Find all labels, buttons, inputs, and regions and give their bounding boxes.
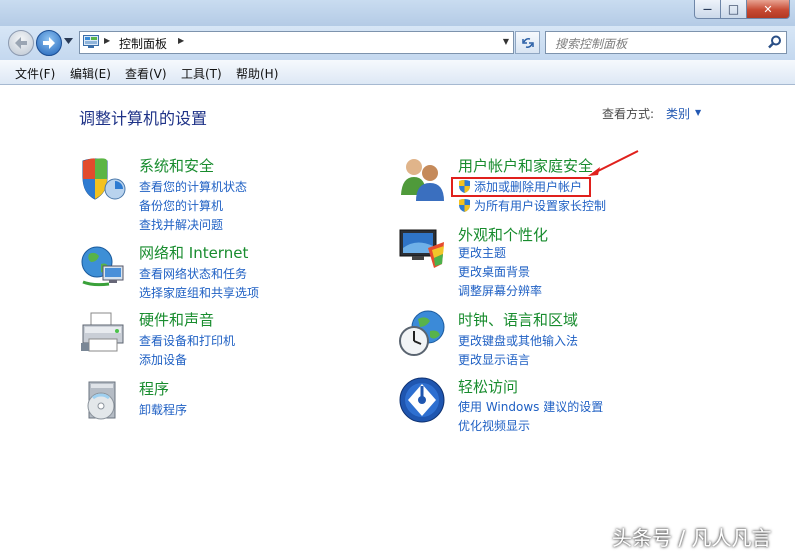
annotation-highlight-box: [451, 177, 591, 197]
view-by-chevron-icon[interactable]: ▼: [695, 108, 701, 117]
category-title[interactable]: 硬件和声音: [139, 309, 214, 330]
annotation-arrow-icon: [588, 150, 639, 176]
category-appearance: 外观和个性化 更改主题 更改桌面背景 调整屏幕分辨率: [398, 224, 698, 299]
view-by-dropdown[interactable]: 类别: [666, 105, 690, 122]
search-input[interactable]: 搜索控制面板: [545, 31, 787, 54]
control-panel-icon: [83, 35, 99, 48]
menu-help[interactable]: 帮助(H): [236, 65, 278, 82]
view-by-label: 查看方式:: [602, 107, 655, 121]
minimize-icon: —: [703, 5, 712, 15]
page-title: 调整计算机的设置: [79, 109, 208, 128]
category-link[interactable]: 优化视频显示: [458, 417, 530, 434]
category-link[interactable]: 卸载程序: [139, 401, 187, 418]
appearance-icon[interactable]: [398, 224, 446, 272]
category-system-security: 系统和安全 查看您的计算机状态 备份您的计算机 查找并解决问题: [79, 155, 359, 232]
menu-view[interactable]: 查看(V): [125, 65, 167, 82]
printer-icon[interactable]: [79, 309, 127, 357]
category-link[interactable]: 更改显示语言: [458, 351, 530, 368]
category-title[interactable]: 外观和个性化: [458, 224, 548, 245]
title-bar[interactable]: — □ ✕: [0, 0, 795, 26]
globe-network-icon[interactable]: [79, 242, 127, 290]
menu-edit[interactable]: 编辑(E): [70, 65, 111, 82]
category-title[interactable]: 用户帐户和家庭安全: [458, 155, 593, 176]
forward-button[interactable]: [36, 30, 62, 56]
category-link[interactable]: 添加设备: [139, 351, 187, 368]
category-link[interactable]: 查找并解决问题: [139, 216, 223, 233]
forward-arrow-icon: [43, 37, 55, 49]
breadcrumb-control-panel[interactable]: 控制面板: [119, 35, 167, 52]
category-link[interactable]: 使用 Windows 建议的设置: [458, 398, 603, 415]
category-title[interactable]: 轻松访问: [458, 376, 518, 397]
close-icon: ✕: [763, 2, 773, 16]
back-button[interactable]: [8, 30, 34, 56]
category-title[interactable]: 时钟、语言和区域: [458, 309, 578, 330]
watermark: 头条号 / 凡人凡言: [612, 526, 772, 550]
category-network-internet: 网络和 Internet 查看网络状态和任务 选择家庭组和共享选项: [79, 242, 359, 301]
maximize-button[interactable]: □: [721, 0, 747, 19]
ease-of-access-icon[interactable]: [398, 376, 446, 424]
category-link[interactable]: 更改主题: [458, 244, 506, 261]
caption-buttons: — □ ✕: [694, 0, 790, 19]
category-link[interactable]: 备份您的计算机: [139, 197, 223, 214]
category-link[interactable]: 查看网络状态和任务: [139, 265, 247, 282]
category-link[interactable]: 更改桌面背景: [458, 263, 530, 280]
recent-pages-dropdown-icon[interactable]: [64, 38, 73, 44]
search-icon[interactable]: [768, 35, 782, 49]
menu-file[interactable]: 文件(F): [15, 65, 55, 82]
address-dropdown-icon[interactable]: ▼: [503, 37, 509, 46]
programs-icon[interactable]: [79, 378, 127, 426]
address-toolbar: ▶ 控制面板 ▶ ▼ 搜索控制面板: [0, 26, 795, 60]
breadcrumb-separator-icon[interactable]: ▶: [104, 36, 110, 45]
search-placeholder: 搜索控制面板: [555, 37, 628, 51]
category-hardware-sound: 硬件和声音 查看设备和打印机 添加设备: [79, 309, 359, 368]
maximize-icon: □: [727, 2, 740, 16]
shield-security-icon[interactable]: [79, 155, 127, 203]
category-programs: 程序 卸载程序: [79, 378, 359, 426]
refresh-button[interactable]: [515, 31, 540, 54]
category-link[interactable]: 查看您的计算机状态: [139, 178, 247, 195]
menu-bar: 文件(F) 编辑(E) 查看(V) 工具(T) 帮助(H): [0, 60, 795, 85]
users-icon[interactable]: [398, 155, 446, 203]
category-title[interactable]: 程序: [139, 378, 169, 399]
category-link[interactable]: 更改键盘或其他输入法: [458, 332, 578, 349]
refresh-icon: [521, 37, 534, 48]
breadcrumb-separator-icon[interactable]: ▶: [178, 36, 184, 45]
clock-globe-icon[interactable]: [398, 309, 446, 357]
category-link[interactable]: 查看设备和打印机: [139, 332, 235, 349]
close-button[interactable]: ✕: [747, 0, 790, 19]
menu-tools[interactable]: 工具(T): [181, 65, 222, 82]
category-title[interactable]: 系统和安全: [139, 155, 214, 176]
category-clock-language: 时钟、语言和区域 更改键盘或其他输入法 更改显示语言: [398, 309, 698, 368]
category-link[interactable]: 调整屏幕分辨率: [458, 282, 542, 299]
minimize-button[interactable]: —: [694, 0, 721, 19]
content-area: 调整计算机的设置 查看方式: 类别 ▼ 系统和安全 查看您的计算机状态 备份您的…: [0, 85, 795, 554]
uac-shield-icon: [459, 199, 470, 212]
category-link[interactable]: 为所有用户设置家长控制: [474, 197, 606, 214]
back-arrow-icon: [15, 37, 27, 49]
control-panel-window: — □ ✕ ▶ 控制面板 ▶ ▼ 搜索控制面板 文件(F) 编辑(E) 查看(V…: [0, 0, 795, 554]
category-ease-of-access: 轻松访问 使用 Windows 建议的设置 优化视频显示: [398, 376, 698, 434]
category-link[interactable]: 选择家庭组和共享选项: [139, 284, 259, 301]
category-title[interactable]: 网络和 Internet: [139, 242, 248, 263]
address-box[interactable]: ▶ 控制面板 ▶ ▼: [79, 31, 514, 54]
